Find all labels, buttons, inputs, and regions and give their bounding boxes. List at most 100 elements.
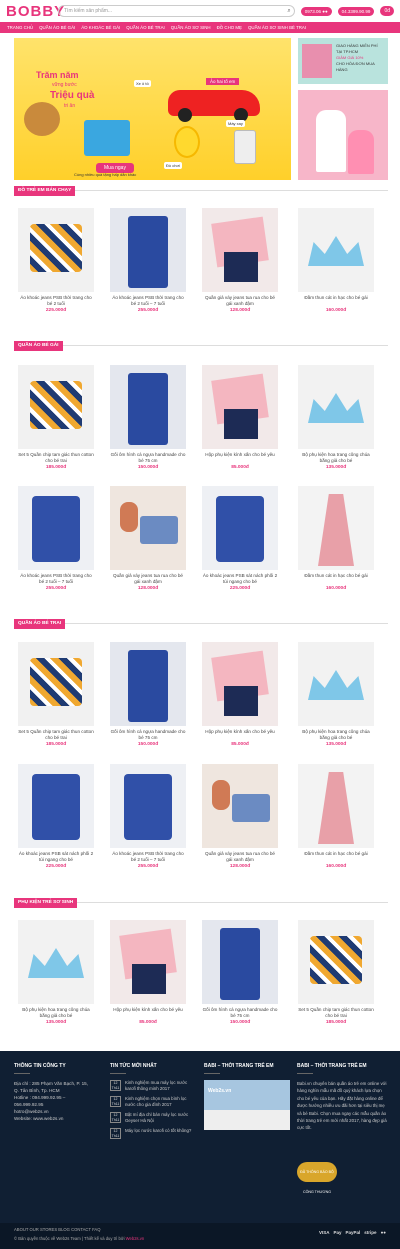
product-card[interactable]: Áo khoác jeans PSB thời trang cho bé 2 t…	[110, 208, 186, 313]
news-title[interactable]: Kinh nghiệm chọn mua bình lọc nước cho g…	[125, 1096, 198, 1107]
hotline-badge[interactable]: 0973.06 ●●	[300, 6, 332, 16]
email-link[interactable]: hotro@web2s.vn	[14, 1108, 102, 1115]
news-title[interactable]: Bật mí địa chỉ bán máy lọc nước Geyser H…	[125, 1112, 198, 1123]
product-name[interactable]: Áo khoác jeans PSB thời trang cho bé 2 t…	[110, 851, 186, 863]
news-title[interactable]: Kinh nghiệm mua máy lọc nước karofi thôn…	[125, 1080, 198, 1091]
nav-newborn-boys[interactable]: QUẦN ÁO SƠ SINH BÉ TRAI	[245, 25, 309, 30]
product-card[interactable]: Gối ôm hình cá ngựa handmade cho bé 75 c…	[202, 920, 278, 1025]
product-name[interactable]: Bộ phụ kiện hoa trang công chúa bằng giả…	[18, 1007, 94, 1019]
product-name[interactable]: Đầm thun cát in hạc cho bé gái	[298, 295, 374, 307]
product-name[interactable]: Gối ôm hình cá ngựa handmade cho bé 75 c…	[110, 452, 186, 464]
ministry-badge[interactable]: ĐÃ THÔNG BÁO BỘ CÔNG THƯƠNG	[297, 1162, 337, 1194]
product-card[interactable]: Áo khoác jeans PSB thời trang cho bé 2 t…	[110, 764, 186, 869]
product-card[interactable]: Áo khoác jeans PSB sát nách phối 2 túi n…	[18, 764, 94, 869]
news-title[interactable]: Máy lọc nước karofi có tốt không?	[125, 1128, 191, 1139]
product-name[interactable]: Áo khoác jeans PSB thời trang cho bé 2 t…	[18, 295, 94, 307]
product-card[interactable]: Set 5 Quần chip tam giác thun cotton cho…	[18, 365, 94, 470]
search-input[interactable]: Tìm kiếm sản phẩm... ⌕	[58, 5, 295, 17]
product-image[interactable]	[202, 764, 278, 848]
product-name[interactable]: Áo khoác jeans PSB sát nách phối 2 túi n…	[202, 573, 278, 585]
product-card[interactable]: Áo khoác jeans PSB thời trang cho bé 2 t…	[18, 486, 94, 591]
product-image[interactable]	[298, 920, 374, 1004]
product-card[interactable]: Hộp phụ kiện kính xấn cho bé yêu 85.000đ	[202, 365, 278, 470]
product-image[interactable]	[298, 642, 374, 726]
section-title[interactable]: QUẦN ÁO BÉ GÁI	[14, 341, 63, 351]
product-image[interactable]	[110, 764, 186, 848]
product-name[interactable]: Gối ôm hình cá ngựa handmade cho bé 75 c…	[202, 1007, 278, 1019]
nav-mom[interactable]: ĐỒ CHO MẸ	[214, 25, 245, 30]
product-image[interactable]	[18, 920, 94, 1004]
search-icon[interactable]: ⌕	[287, 6, 290, 16]
product-image[interactable]	[18, 486, 94, 570]
product-name[interactable]: Quần giả váy jeans tua rua cho bé gái xa…	[110, 573, 186, 585]
product-card[interactable]: Đầm thun cát in hạc cho bé gái 160.000đ	[298, 486, 374, 591]
product-card[interactable]: Hộp phụ kiện kính xấn cho bé yêu 85.000đ	[110, 920, 186, 1025]
product-image[interactable]	[202, 486, 278, 570]
promo-banner[interactable]: Trăm năm vững bước Triệu quà tri ân Ảo h…	[14, 38, 291, 180]
news-item[interactable]: 12 Th11 Kinh nghiệm chọn mua bình lọc nướ…	[110, 1096, 198, 1107]
hotline2-badge[interactable]: 04.3399.90.99	[337, 6, 375, 16]
product-image[interactable]	[110, 920, 186, 1004]
product-card[interactable]: Gối ôm hình cá ngựa handmade cho bé 75 c…	[110, 642, 186, 747]
product-card[interactable]: Quần giả váy jeans tua rua cho bé gái xa…	[110, 486, 186, 591]
product-image[interactable]	[202, 920, 278, 1004]
product-image[interactable]	[202, 642, 278, 726]
facebook-page-widget[interactable]: Web2s.vn	[204, 1080, 290, 1130]
product-image[interactable]	[298, 764, 374, 848]
product-image[interactable]	[110, 365, 186, 449]
cart-button[interactable]: 0đ	[380, 6, 394, 16]
product-image[interactable]	[18, 208, 94, 292]
product-card[interactable]: Quần giả váy jeans tua rua cho bé gái xa…	[202, 208, 278, 313]
news-item[interactable]: 12 Th11 Bật mí địa chỉ bán máy lọc nước G…	[110, 1112, 198, 1123]
footer-links[interactable]: ABOUT OUR STORES BLOG CONTACT FAQ	[14, 1227, 100, 1232]
section-title[interactable]: ĐỒ TRẺ EM BÁN CHẠY	[14, 186, 76, 196]
nav-girls-jacket[interactable]: ÁO KHOÁC BÉ GÁI	[78, 25, 123, 30]
product-name[interactable]: Set 5 Quần chip tam giác thun cotton cho…	[298, 1007, 374, 1019]
product-image[interactable]	[298, 365, 374, 449]
product-name[interactable]: Gối ôm hình cá ngựa handmade cho bé 75 c…	[110, 729, 186, 741]
product-image[interactable]	[298, 486, 374, 570]
product-name[interactable]: Hộp phụ kiện kính xấn cho bé yêu	[202, 452, 278, 464]
nav-girls[interactable]: QUẦN ÁO BÉ GÁI	[36, 25, 78, 30]
product-image[interactable]	[298, 208, 374, 292]
copyright-brand-link[interactable]: Web2s.vn	[126, 1236, 145, 1241]
website-link[interactable]: Website: www.web2s.vn	[14, 1115, 102, 1122]
product-image[interactable]	[202, 208, 278, 292]
product-card[interactable]: Bộ phụ kiện hoa trang công chúa bằng giả…	[298, 365, 374, 470]
product-card[interactable]: Đầm thun cát in hạc cho bé gái 160.000đ	[298, 208, 374, 313]
product-card[interactable]: Quần giả váy jeans tua rua cho bé gái xa…	[202, 764, 278, 869]
section-title[interactable]: PHỤ KIỆN TRẺ SƠ SINH	[14, 898, 78, 908]
fb-page-name[interactable]: Web2s.vn	[208, 1088, 231, 1094]
product-name[interactable]: Quần giả váy jeans tua rua cho bé gái xa…	[202, 295, 278, 307]
product-name[interactable]: Quần giả váy jeans tua rua cho bé gái xa…	[202, 851, 278, 863]
section-title[interactable]: QUẦN ÁO BÉ TRAI	[14, 619, 66, 629]
product-image[interactable]	[110, 486, 186, 570]
product-card[interactable]: Áo khoác jeans PSB sát nách phối 2 túi n…	[202, 486, 278, 591]
product-name[interactable]: Hộp phụ kiện kính xấn cho bé yêu	[110, 1007, 186, 1019]
product-name[interactable]: Set 5 Quần chip tam giác thun cotton cho…	[18, 452, 94, 464]
product-image[interactable]	[18, 365, 94, 449]
product-image[interactable]	[110, 642, 186, 726]
side-banner-shipping[interactable]: GIAO HÀNG MIỄN PHÍ TẠI TP.HCM GIẢM GIÁ 10%…	[298, 38, 388, 84]
product-name[interactable]: Hộp phụ kiện kính xấn cho bé yêu	[202, 729, 278, 741]
product-card[interactable]: Gối ôm hình cá ngựa handmade cho bé 75 c…	[110, 365, 186, 470]
product-card[interactable]: Bộ phụ kiện hoa trang công chúa bằng giả…	[298, 642, 374, 747]
product-card[interactable]: Áo khoác jeans PSB thời trang cho bé 2 t…	[18, 208, 94, 313]
product-name[interactable]: Áo khoác jeans PSB thời trang cho bé 2 t…	[110, 295, 186, 307]
product-image[interactable]	[18, 764, 94, 848]
news-item[interactable]: 12 Th11 Kinh nghiệm mua máy lọc nước karo…	[110, 1080, 198, 1091]
nav-boys[interactable]: QUẦN ÁO BÉ TRAI	[123, 25, 167, 30]
site-logo[interactable]: BOBBY	[6, 3, 64, 20]
nav-home[interactable]: TRANG CHỦ	[4, 25, 36, 30]
product-card[interactable]: Set 5 Quần chip tam giác thun cotton cho…	[18, 642, 94, 747]
product-name[interactable]: Đầm thun cát in hạc cho bé gái	[298, 573, 374, 585]
product-name[interactable]: Set 5 Quần chip tam giác thun cotton cho…	[18, 729, 94, 741]
product-card[interactable]: Set 5 Quần chip tam giác thun cotton cho…	[298, 920, 374, 1025]
product-card[interactable]: Đầm thun cát in hạc cho bé gái 160.000đ	[298, 764, 374, 869]
product-image[interactable]	[18, 642, 94, 726]
product-image[interactable]	[202, 365, 278, 449]
product-card[interactable]: Bộ phụ kiện hoa trang công chúa bằng giả…	[18, 920, 94, 1025]
product-image[interactable]	[110, 208, 186, 292]
product-name[interactable]: Áo khoác jeans PSB sát nách phối 2 túi n…	[18, 851, 94, 863]
product-card[interactable]: Hộp phụ kiện kính xấn cho bé yêu 85.000đ	[202, 642, 278, 747]
